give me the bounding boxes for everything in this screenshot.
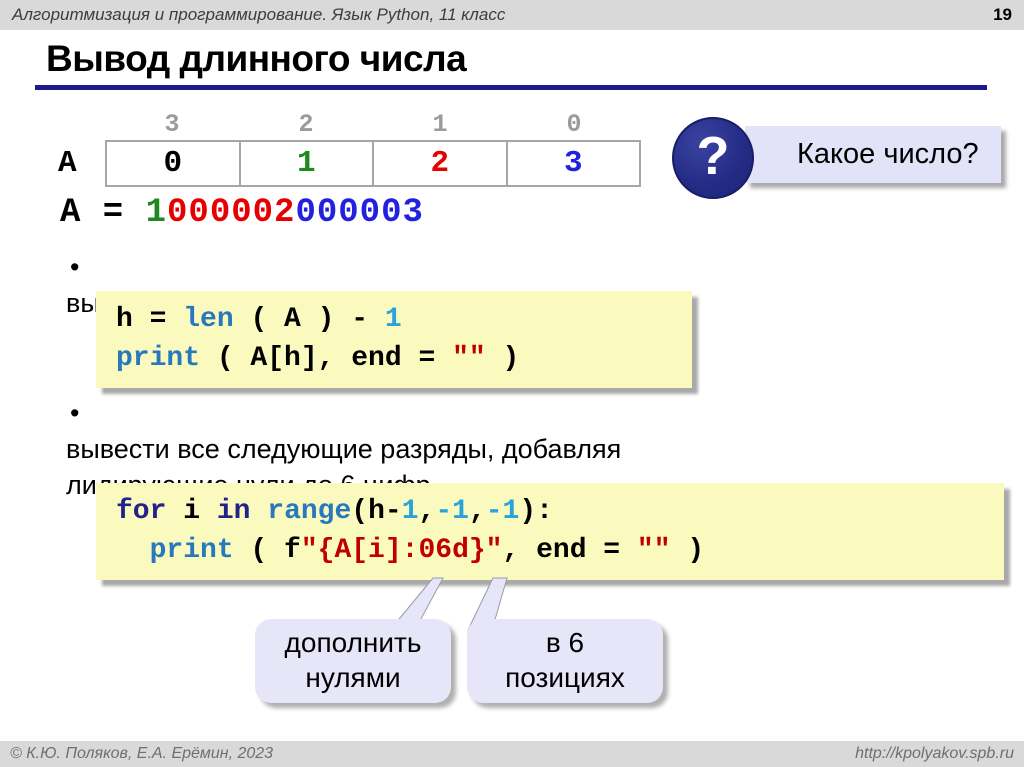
question-mark-icon: ? <box>672 117 754 199</box>
bullet-marker: • <box>70 395 79 431</box>
code-token: (h- <box>351 496 401 527</box>
code-token: , <box>419 496 436 527</box>
website-link[interactable]: http://kpolyakov.spb.ru <box>855 745 1014 763</box>
code-token: print <box>116 343 200 374</box>
code-line: print ( A[h], end = "" ) <box>116 339 692 378</box>
array-index: 2 <box>239 110 373 139</box>
array-table: 0 1 2 3 <box>105 140 641 187</box>
code-token: ( A ) - <box>234 304 385 335</box>
code-token: ) <box>671 535 705 566</box>
code-token: ( f <box>234 535 301 566</box>
code-token: in <box>217 496 251 527</box>
code-token: , <box>469 496 486 527</box>
copyright-text: © К.Ю. Поляков, Е.А. Ерёмин, 2023 <box>10 745 273 763</box>
code-line: print ( f"{A[i]:06d}", end = "" ) <box>116 531 1004 570</box>
footer-bar: © К.Ю. Поляков, Е.А. Ерёмин, 2023 http:/… <box>0 741 1024 767</box>
array-cell: 2 <box>374 142 508 185</box>
callout-text: в 6 <box>467 625 663 660</box>
code-block-first-digit: h = len ( A ) - 1 print ( A[h], end = ""… <box>96 291 692 388</box>
number-line: A = 1000002000003 <box>60 194 424 232</box>
callout-text: нулями <box>255 660 451 695</box>
code-block-loop: for i in range(h-1,-1,-1): print ( f"{A[… <box>96 483 1004 580</box>
code-line: h = len ( A ) - 1 <box>116 300 692 339</box>
code-token: -1 <box>435 496 469 527</box>
code-token: ) <box>486 343 520 374</box>
code-token: h = <box>116 304 183 335</box>
code-token: i <box>166 496 216 527</box>
number-segment: 000002 <box>167 194 295 232</box>
slide: Алгоритмизация и программирование. Язык … <box>0 0 1024 767</box>
title-underline <box>35 85 987 90</box>
page-title: Вывод длинного числа <box>46 38 466 80</box>
number-segment: 1 <box>146 194 167 232</box>
code-token <box>250 496 267 527</box>
array-label: A <box>58 146 77 181</box>
code-token <box>116 535 150 566</box>
bullet-text: вывести все следующие разряды, добавляя <box>66 431 621 467</box>
callout-text: позициях <box>467 660 663 695</box>
question-box: Какое число? <box>745 126 1001 183</box>
page-number: 19 <box>993 5 1012 25</box>
code-token: range <box>267 496 351 527</box>
code-line: for i in range(h-1,-1,-1): <box>116 492 1004 531</box>
array-cell: 0 <box>107 142 241 185</box>
code-token: print <box>150 535 234 566</box>
code-token: "{A[i]:06d}" <box>301 535 503 566</box>
header-bar: Алгоритмизация и программирование. Язык … <box>0 0 1024 30</box>
callout-six-positions: в 6 позициях <box>467 619 663 703</box>
array-index: 3 <box>105 110 239 139</box>
number-segment: 000003 <box>295 194 423 232</box>
code-token: ): <box>519 496 553 527</box>
callout-pad-zeros: дополнить нулями <box>255 619 451 703</box>
code-token: for <box>116 496 166 527</box>
bullet-marker: • <box>70 249 79 285</box>
code-token: , end = <box>502 535 636 566</box>
code-token: len <box>183 304 233 335</box>
array-index: 1 <box>373 110 507 139</box>
code-token: 1 <box>385 304 402 335</box>
code-token: "" <box>452 343 486 374</box>
code-token: 1 <box>402 496 419 527</box>
code-token: ( A[h], end = <box>200 343 452 374</box>
code-token: "" <box>637 535 671 566</box>
number-line-prefix: A = <box>60 194 146 232</box>
array-cell: 1 <box>241 142 375 185</box>
callout-text: дополнить <box>255 625 451 660</box>
code-token: -1 <box>486 496 520 527</box>
array-index: 0 <box>507 110 641 139</box>
course-title: Алгоритмизация и программирование. Язык … <box>12 5 505 25</box>
array-cell: 3 <box>508 142 640 185</box>
